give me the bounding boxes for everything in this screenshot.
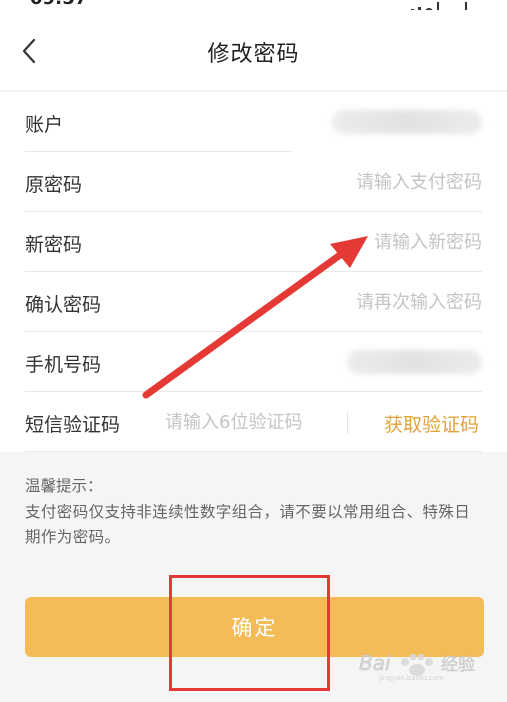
status-icons bbox=[407, 0, 467, 13]
new-password-input[interactable] bbox=[262, 226, 482, 258]
get-code-button[interactable]: 获取验证码 bbox=[384, 410, 479, 437]
svg-text:Bai: Bai bbox=[359, 651, 391, 675]
old-password-label: 原密码 bbox=[25, 174, 83, 196]
change-password-screen: 09:57 修改密码 账户 原密码 新密码 确认密码 bbox=[0, 0, 507, 702]
phone-label: 手机号码 bbox=[25, 354, 102, 376]
old-password-row: 原密码 bbox=[0, 152, 507, 212]
confirm-password-label: 确认密码 bbox=[25, 294, 102, 316]
account-value-redacted bbox=[332, 110, 482, 134]
tips-title: 温馨提示： bbox=[25, 477, 103, 495]
status-bar: 09:57 bbox=[0, 0, 507, 13]
divider bbox=[25, 451, 482, 452]
page-title: 修改密码 bbox=[207, 42, 300, 67]
navigation-header: 修改密码 bbox=[0, 10, 507, 90]
confirm-password-input[interactable] bbox=[262, 286, 482, 318]
new-password-row: 新密码 bbox=[0, 212, 507, 272]
new-password-label: 新密码 bbox=[25, 234, 83, 256]
tips-section: 温馨提示： 支付密码仅支持非连续性数字组合，请不要以常用组合、特殊日期作为密码。 bbox=[25, 474, 485, 550]
sms-code-row: 短信验证码 获取验证码 bbox=[0, 392, 507, 452]
phone-value-redacted bbox=[347, 350, 482, 374]
account-row: 账户 bbox=[0, 92, 507, 152]
password-form: 账户 原密码 新密码 确认密码 手机号码 短信验证码 请输入6位验证码 获取验证… bbox=[0, 92, 507, 452]
status-time: 09:57 bbox=[30, 0, 87, 9]
vertical-divider bbox=[347, 412, 348, 434]
sms-code-label: 短信验证码 bbox=[25, 414, 121, 436]
baidu-watermark-logo: Bai 经验 jingyan.baidu.com bbox=[359, 651, 475, 682]
confirm-password-row: 确认密码 bbox=[0, 272, 507, 332]
tips-body: 支付密码仅支持非连续性数字组合，请不要以常用组合、特殊日期作为密码。 bbox=[25, 503, 471, 546]
account-label: 账户 bbox=[25, 114, 64, 136]
old-password-input[interactable] bbox=[262, 166, 482, 198]
svg-text:jingyan.baidu.com: jingyan.baidu.com bbox=[378, 674, 444, 682]
phone-row: 手机号码 bbox=[0, 332, 507, 392]
sms-code-input[interactable] bbox=[165, 406, 335, 438]
svg-text:经验: 经验 bbox=[441, 655, 475, 675]
